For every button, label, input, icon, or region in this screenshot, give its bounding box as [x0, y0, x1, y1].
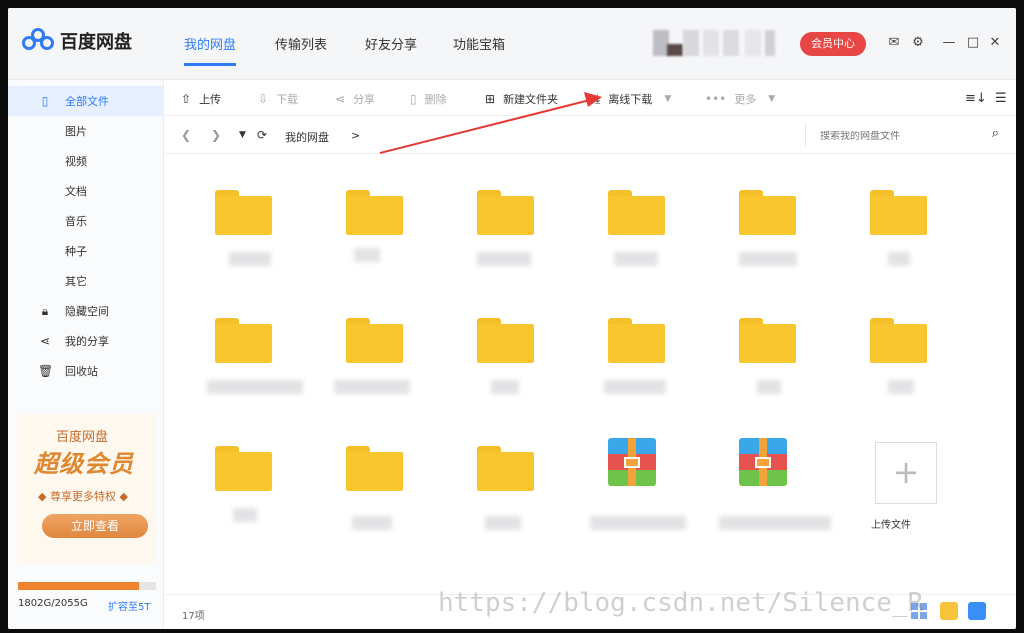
- annotation-arrow: [379, 92, 602, 154]
